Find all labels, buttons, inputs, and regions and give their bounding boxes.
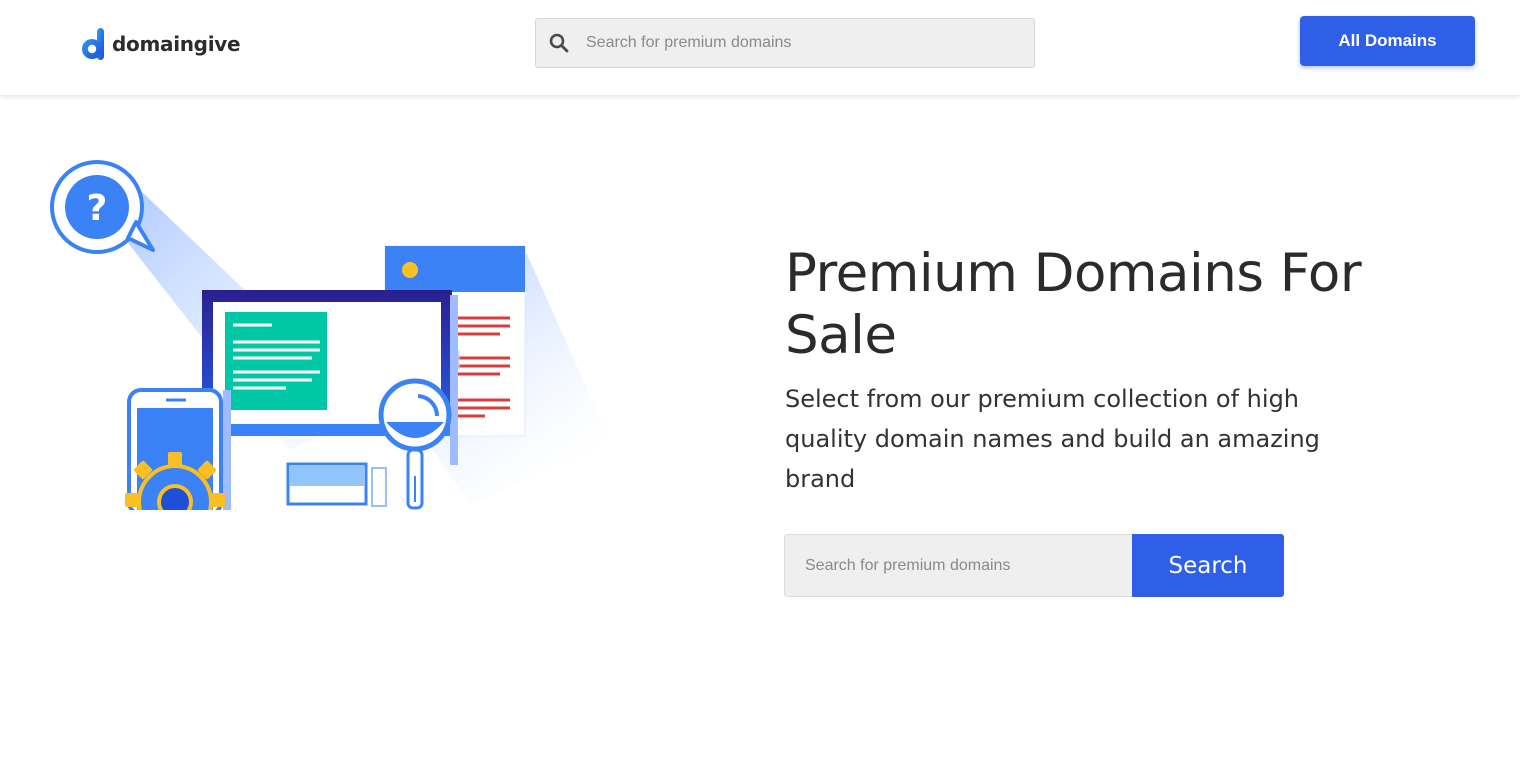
header-search-input[interactable] [582, 34, 1012, 52]
hero-subtitle: Select from our premium collection of hi… [785, 385, 1320, 493]
hero-illustration: ? [40, 150, 630, 540]
svg-text:?: ? [87, 188, 108, 229]
brand-logo[interactable]: domaingive [80, 26, 241, 62]
hero-search-bar: Search [784, 534, 1284, 597]
letter-d-logo-icon [82, 28, 104, 60]
logo-text: domaingive [112, 32, 241, 56]
hero-section: Premium Domains For Sale Select from our… [785, 243, 1425, 499]
all-domains-button[interactable]: All Domains [1300, 16, 1475, 66]
hero-title: Premium Domains For Sale [785, 243, 1362, 366]
header-search-bar [535, 18, 1035, 68]
site-header: domaingive All Domains [0, 0, 1520, 96]
search-button[interactable]: Search [1132, 534, 1284, 597]
hero-search-input[interactable] [784, 534, 1132, 597]
search-icon[interactable] [536, 33, 582, 53]
devices-search-illustration: ? [50, 160, 610, 540]
